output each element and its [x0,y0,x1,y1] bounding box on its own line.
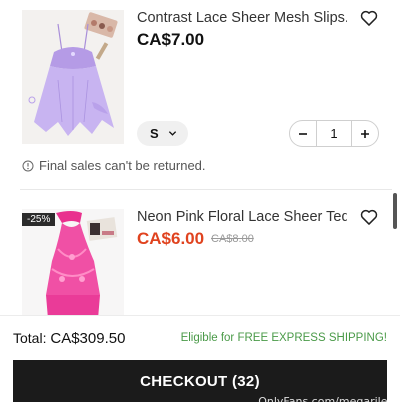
discount-badge: -25% [22,213,56,226]
product-title[interactable]: Contrast Lace Sheer Mesh Slips... [137,10,347,26]
final-sale-notice: Final sales can't be returned. [22,158,206,173]
quantity-stepper: 1 [289,120,379,147]
quantity-value[interactable]: 1 [316,121,352,146]
size-selector[interactable]: S [137,121,188,146]
info-circle-icon [22,160,34,171]
decrease-quantity-button[interactable] [290,121,316,146]
cart-item: Contrast Lace Sheer Mesh Slips... CA$7.0… [0,0,392,190]
original-price: CA$8.00 [211,233,254,245]
product-image[interactable] [22,10,124,144]
size-value: S [150,126,159,141]
heart-outline-icon [360,209,378,225]
item-divider [20,189,392,190]
increase-quantity-button[interactable] [352,121,378,146]
wishlist-heart-icon[interactable] [359,207,379,227]
scrollbar[interactable] [393,193,397,229]
product-image[interactable]: -25% [22,209,124,315]
cart-total: Total: CA$309.50 [13,330,125,347]
notice-text: Final sales can't be returned. [39,158,206,173]
product-title[interactable]: Neon Pink Floral Lace Sheer Ted... [137,209,347,225]
chevron-down-icon [168,131,176,136]
product-price: CA$7.00 [137,30,205,49]
total-label: Total: [13,330,51,346]
sale-price: CA$6.00 [137,229,205,248]
cart-item: -25% Neon Pink Floral Lace Sheer Ted... … [0,193,392,315]
heart-outline-icon [360,10,378,26]
lavender-slip-illustration [22,10,124,144]
wishlist-heart-icon[interactable] [359,8,379,28]
plus-icon [361,129,369,138]
total-amount: CA$309.50 [50,330,126,347]
minus-icon [299,132,307,135]
watermark: OnlyFans.com/megariley [258,395,394,408]
free-shipping-message: Eligible for FREE EXPRESS SHIPPING! [180,332,387,344]
